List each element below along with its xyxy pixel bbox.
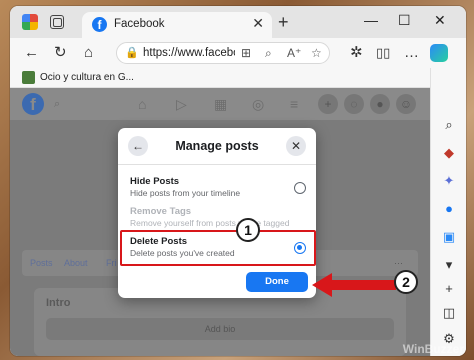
sidebar-add-icon[interactable]: + [440,280,458,298]
lock-icon[interactable]: 🔒 [125,46,139,59]
highlight-box [120,230,316,266]
tab-about[interactable]: About [64,258,88,268]
zoom-icon[interactable]: ⌕ [265,46,272,61]
search-icon[interactable]: ⌕ [54,98,60,111]
intro-heading: Intro [46,297,71,309]
favorite-item[interactable]: Ocio y cultura en G... [40,72,134,83]
messenger-icon[interactable]: ◌ [344,94,364,114]
nav-home-icon[interactable]: ⌂ [138,96,146,112]
option-title: Remove Tags [130,206,192,217]
tab-close-icon[interactable]: ✕ [252,15,264,32]
notifications-icon[interactable]: ● [370,94,390,114]
profile-icon[interactable] [22,14,38,30]
edge-sidebar: ⌕ ◆ ✦ ● ▣ ▾ + ◫ ⚙ [430,68,466,356]
facebook-nav: f ⌕ ⌂ ▷ ▦ ◎ ≡ + ◌ ● ☺ [10,88,430,120]
radio-hide-posts[interactable] [294,182,306,194]
sidebar-games-icon[interactable]: ● [440,200,458,218]
sidebar-shopping-icon[interactable]: ◆ [440,144,458,162]
account-avatar[interactable]: ☺ [396,94,416,114]
more-tabs-button[interactable]: ··· [394,258,403,268]
done-button[interactable]: Done [246,272,308,292]
tab-strip: f Facebook ✕ + — ☐ ✕ [10,6,466,38]
facebook-logo-icon[interactable]: f [22,93,44,115]
tab-facebook[interactable]: f Facebook ✕ [82,12,272,38]
favorite-star-icon[interactable]: ☆ [311,46,322,60]
back-icon[interactable]: ← [24,44,39,62]
more-menu-icon[interactable]: … [404,44,419,62]
facebook-favicon-icon: f [92,17,107,32]
close-icon[interactable]: ✕ [286,136,306,156]
option-hide-posts[interactable]: Hide Posts Hide posts from your timeline [118,172,316,206]
step-1-badge: 1 [236,218,260,242]
option-description: Remove yourself from posts you're tagged… [130,218,290,228]
nav-groups-icon[interactable]: ◎ [252,96,264,113]
home-icon[interactable]: ⌂ [84,44,93,62]
create-icon[interactable]: + [318,94,338,114]
step-2-badge: 2 [394,270,418,294]
divider [118,164,316,165]
tab-title: Facebook [114,18,165,30]
apps-icon[interactable]: ⊞ [241,46,251,60]
extensions-icon[interactable]: ✲ [350,44,363,62]
minimize-button[interactable]: — [364,12,378,28]
watermark: WinBuzzer [402,342,464,356]
sidebar-search-icon[interactable]: ⌕ [440,116,458,134]
sidebar-outlook-icon[interactable]: ▣ [440,228,458,246]
pointer-arrow [312,273,396,297]
sidebar-expand-icon[interactable]: ▾ [440,256,458,274]
nav-video-icon[interactable]: ▷ [176,96,187,113]
nav-menu-icon[interactable]: ≡ [290,96,298,112]
favorites-bar: Ocio y cultura en G... [10,68,466,88]
split-screen-icon[interactable]: ▯▯ [376,44,390,62]
copilot-icon[interactable] [430,44,448,62]
nav-marketplace-icon[interactable]: ▦ [214,96,227,113]
close-window-button[interactable]: ✕ [434,12,446,29]
sidebar-split-icon[interactable]: ◫ [440,304,458,322]
maximize-button[interactable]: ☐ [398,12,411,29]
read-aloud-icon[interactable]: A⁺ [287,46,301,60]
reload-icon[interactable]: ↻ [54,44,67,62]
address-bar[interactable]: 🔒 https://www.facebo ⊞ ⌕ A⁺ ☆ [116,42,330,64]
option-title: Hide Posts [130,176,180,187]
address-toolbar: ← ↻ ⌂ 🔒 https://www.facebo ⊞ ⌕ A⁺ ☆ ✲ ▯▯… [10,38,466,68]
manage-posts-dialog: ← Manage posts ✕ Hide Posts Hide posts f… [118,128,316,298]
tab-posts[interactable]: Posts [30,258,53,268]
option-description: Hide posts from your timeline [130,188,241,198]
favorite-site-icon [22,71,35,84]
new-tab-button[interactable]: + [278,12,289,33]
add-bio-button[interactable]: Add bio [46,318,394,340]
url-text[interactable]: https://www.facebo [143,47,235,59]
sidebar-tools-icon[interactable]: ✦ [440,172,458,190]
tab-friends[interactable]: Fri [106,258,117,268]
workspaces-icon[interactable] [50,15,64,29]
